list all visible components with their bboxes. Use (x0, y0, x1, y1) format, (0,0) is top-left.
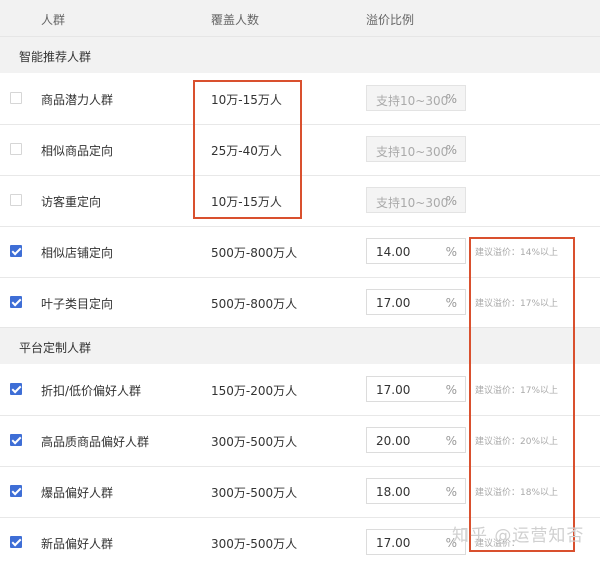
crowd-name: 商品潜力人群 (41, 93, 114, 107)
percent-unit: % (445, 143, 457, 157)
crowd-name: 爆品偏好人群 (41, 486, 114, 500)
coverage-count: 150万-200万人 (211, 384, 298, 398)
premium-input[interactable]: 支持10~300 % (366, 136, 466, 162)
crowd-name: 访客重定向 (41, 195, 102, 209)
crowd-name: 高品质商品偏好人群 (41, 435, 150, 449)
percent-unit: % (445, 383, 457, 397)
row-checkbox[interactable] (10, 143, 22, 155)
premium-input[interactable]: 17.00 % (366, 376, 466, 402)
percent-unit: % (445, 92, 457, 106)
premium-value: 14.00 (376, 245, 411, 259)
row-checkbox[interactable] (10, 92, 22, 104)
row-checkbox[interactable] (10, 536, 22, 548)
header-premium: 溢价比例 (366, 13, 415, 27)
coverage-count: 300万-500万人 (211, 435, 298, 449)
premium-input[interactable]: 支持10~300 % (366, 85, 466, 111)
premium-input[interactable]: 20.00 % (366, 427, 466, 453)
row-checkbox[interactable] (10, 296, 22, 308)
section-smart-recommend: 智能推荐人群 (0, 36, 600, 73)
premium-value: 支持10~300 (376, 196, 449, 210)
coverage-count: 300万-500万人 (211, 537, 298, 551)
percent-unit: % (445, 434, 457, 448)
premium-value: 支持10~300 (376, 94, 449, 108)
coverage-count: 500万-800万人 (211, 246, 298, 260)
percent-unit: % (445, 485, 457, 499)
percent-unit: % (445, 296, 457, 310)
row-checkbox[interactable] (10, 434, 22, 446)
premium-value: 20.00 (376, 434, 411, 448)
suggestion-highlight-box (469, 237, 575, 552)
premium-value: 17.00 (376, 383, 411, 397)
header-coverage: 覆盖人数 (211, 13, 260, 27)
row-checkbox[interactable] (10, 194, 22, 206)
header-group: 人群 (41, 13, 66, 27)
premium-value: 支持10~300 (376, 145, 449, 159)
premium-input[interactable]: 支持10~300 % (366, 187, 466, 213)
coverage-highlight-box (193, 80, 302, 219)
coverage-count: 300万-500万人 (211, 486, 298, 500)
row-checkbox[interactable] (10, 485, 22, 497)
crowd-name: 相似商品定向 (41, 144, 114, 158)
crowd-name: 相似店铺定向 (41, 246, 114, 260)
coverage-count: 500万-800万人 (211, 297, 298, 311)
premium-value: 18.00 (376, 485, 411, 499)
row-checkbox[interactable] (10, 245, 22, 257)
section-title: 智能推荐人群 (19, 50, 92, 64)
watermark: 知乎 @运营知否 (452, 526, 585, 546)
premium-input[interactable]: 18.00 % (366, 478, 466, 504)
percent-unit: % (445, 194, 457, 208)
crowd-name: 叶子类目定向 (41, 297, 114, 311)
premium-value: 17.00 (376, 536, 411, 550)
section-title: 平台定制人群 (19, 341, 92, 355)
crowd-name: 折扣/低价偏好人群 (41, 384, 142, 398)
premium-input[interactable]: 17.00 % (366, 529, 466, 555)
percent-unit: % (445, 245, 457, 259)
row-checkbox[interactable] (10, 383, 22, 395)
crowd-name: 新品偏好人群 (41, 537, 114, 551)
premium-input[interactable]: 14.00 % (366, 238, 466, 264)
premium-input[interactable]: 17.00 % (366, 289, 466, 315)
table-header: 人群 覆盖人数 溢价比例 (0, 0, 600, 36)
premium-value: 17.00 (376, 296, 411, 310)
